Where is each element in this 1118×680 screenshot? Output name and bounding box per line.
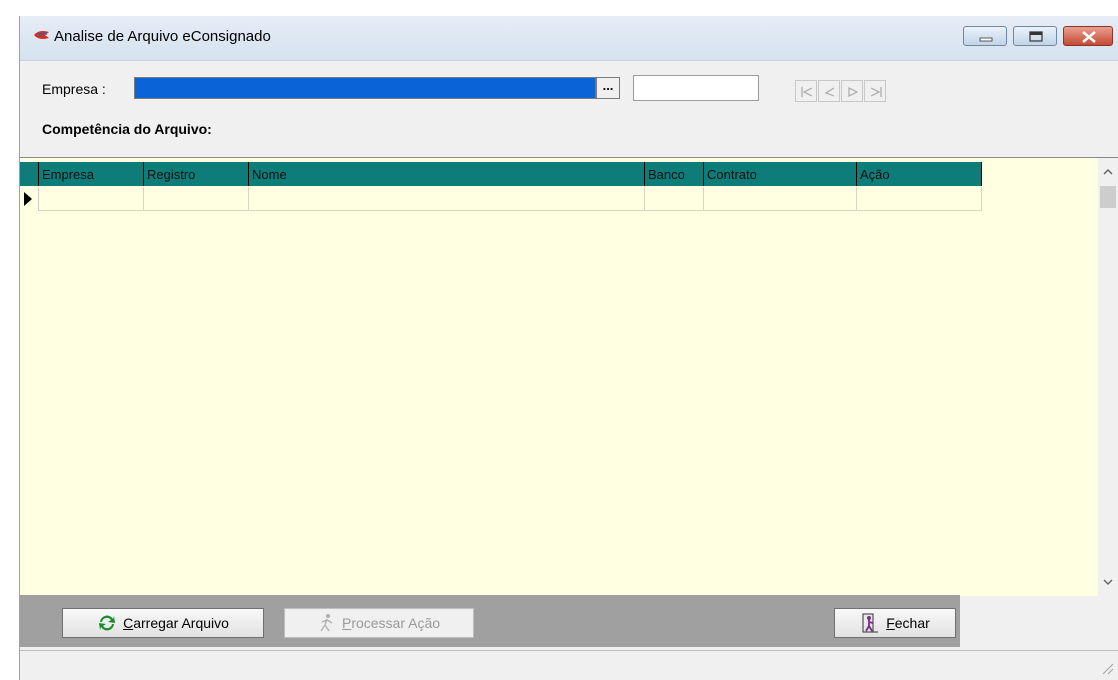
carregar-arquivo-button[interactable]: Carregar Arquivo	[62, 608, 264, 638]
fechar-label: Fechar	[886, 615, 930, 631]
window-title: Analise de Arquivo eConsignado	[54, 28, 271, 45]
cell-acao[interactable]	[857, 187, 982, 211]
refresh-icon	[99, 615, 116, 631]
cell-nome[interactable]	[249, 187, 645, 211]
cell-banco[interactable]	[645, 187, 704, 211]
last-icon	[870, 87, 882, 97]
minimize-button[interactable]	[963, 26, 1007, 46]
column-header-acao[interactable]: Ação	[857, 162, 982, 186]
processar-acao-button[interactable]: Processar Ação	[284, 608, 474, 638]
bottom-toolbar: Carregar Arquivo Processar Ação Fechar	[20, 595, 960, 647]
empresa-code-input[interactable]	[633, 75, 759, 101]
competencia-label: Competência do Arquivo:	[42, 121, 212, 137]
data-grid[interactable]: Empresa Registro Nome Banco Contrato Açã…	[20, 157, 1118, 596]
column-header-contrato[interactable]: Contrato	[704, 162, 857, 186]
first-record-button[interactable]	[795, 80, 817, 102]
processar-acao-label: Processar Ação	[341, 615, 441, 631]
walking-person-icon	[320, 614, 333, 632]
maximize-button[interactable]	[1013, 26, 1057, 46]
grid-header: Empresa Registro Nome Banco Contrato Açã…	[20, 162, 982, 186]
title-bar[interactable]: Analise de Arquivo eConsignado	[20, 16, 1118, 61]
status-bar	[20, 650, 1118, 680]
resize-grip-icon[interactable]	[1100, 661, 1114, 675]
empresa-lookup-button[interactable]: ...	[596, 77, 620, 99]
scrollbar-thumb[interactable]	[1100, 186, 1116, 208]
exit-door-icon	[862, 613, 879, 633]
prior-record-button[interactable]	[818, 80, 840, 102]
cell-registro[interactable]	[144, 187, 249, 211]
main-window: Analise de Arquivo eConsignado Empresa :…	[19, 16, 1118, 680]
row-indicator	[20, 187, 39, 211]
app-logo-icon	[34, 31, 49, 39]
column-header-banco[interactable]: Banco	[645, 162, 704, 186]
current-row-arrow-icon	[24, 192, 32, 206]
cell-contrato[interactable]	[704, 187, 857, 211]
minimize-icon	[979, 37, 993, 42]
empresa-combobox[interactable]	[134, 77, 596, 99]
vertical-scrollbar[interactable]	[1098, 158, 1118, 596]
prior-icon	[824, 87, 835, 97]
cell-empresa[interactable]	[39, 187, 144, 211]
empresa-label: Empresa :	[42, 81, 106, 97]
column-header-empresa[interactable]: Empresa	[39, 162, 144, 186]
scroll-down-icon[interactable]	[1103, 578, 1113, 586]
maximize-icon	[1029, 31, 1043, 42]
last-record-button[interactable]	[864, 80, 886, 102]
scroll-up-icon[interactable]	[1103, 168, 1113, 176]
next-icon	[848, 87, 859, 97]
table-row[interactable]	[20, 187, 982, 211]
column-header-registro[interactable]: Registro	[144, 162, 249, 186]
next-record-button[interactable]	[841, 80, 863, 102]
close-icon	[1082, 31, 1096, 43]
carregar-arquivo-label: Carregar Arquivo	[123, 615, 229, 631]
column-header-nome[interactable]: Nome	[249, 162, 645, 186]
fechar-button[interactable]: Fechar	[834, 608, 956, 638]
grid-header-indicator	[20, 162, 39, 186]
close-button[interactable]	[1063, 26, 1113, 46]
first-icon	[801, 87, 813, 97]
